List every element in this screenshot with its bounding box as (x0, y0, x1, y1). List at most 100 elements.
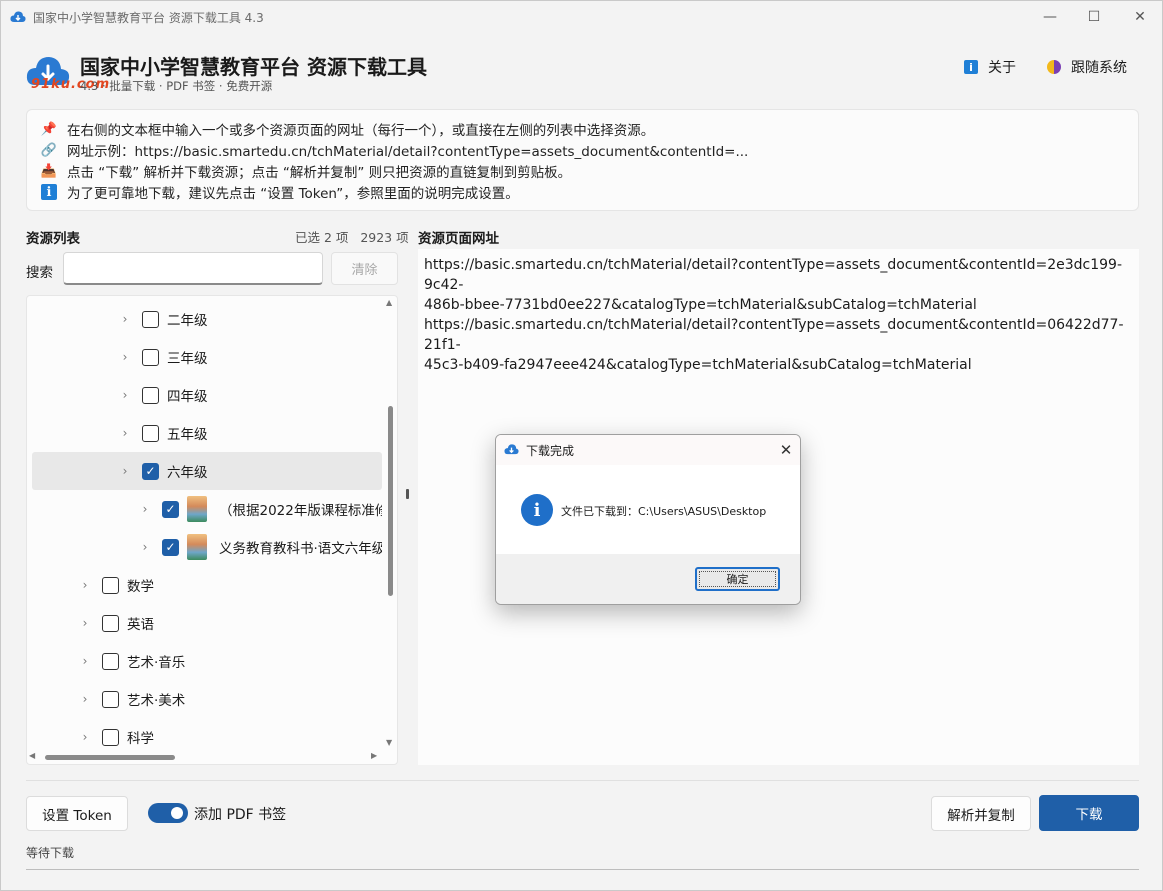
dialog-title-bar[interactable]: 下载完成 ✕ (496, 435, 800, 465)
tree-row[interactable]: › 艺术·音乐 (32, 642, 382, 680)
tree-checkbox[interactable] (142, 348, 159, 366)
scroll-up-icon[interactable]: ▲ (386, 298, 392, 307)
tree-checkbox[interactable] (102, 614, 119, 632)
tree-checkbox[interactable] (142, 386, 159, 404)
tree-row-label: 二年级 (167, 313, 208, 329)
close-button[interactable]: ✕ (1117, 1, 1163, 33)
tree-checkbox[interactable] (142, 424, 159, 442)
dialog-close-icon[interactable]: ✕ (776, 439, 796, 461)
tree-checkbox[interactable]: ✓ (162, 500, 179, 518)
chevron-right-icon[interactable]: › (120, 350, 130, 364)
tree-row[interactable]: › 二年级 (32, 300, 382, 338)
info-text: 在右侧的文本框中输入一个或多个资源页面的网址（每行一个），或直接在左侧的列表中选… (67, 123, 655, 139)
cloud-download-icon (10, 11, 26, 22)
resource-tree[interactable]: › 二年级 › 三年级 › 四年级 › 五年级 › ✓ 六年级 › ✓ （根据2022年版课程标准修订）义… (26, 295, 398, 765)
scroll-right-icon[interactable]: ▶ (371, 751, 377, 760)
chevron-right-icon[interactable]: › (120, 426, 130, 440)
search-input[interactable] (63, 252, 323, 285)
chevron-right-icon[interactable]: › (120, 312, 130, 326)
tree-checkbox[interactable] (102, 728, 119, 746)
dialog-ok-button[interactable]: 确定 (695, 567, 780, 591)
tree-horizontal-scrollbar[interactable]: ◀ ▶ (29, 751, 381, 763)
dialog-footer: 确定 (496, 554, 800, 604)
pdf-bookmark-label: 添加 PDF 书签 (194, 807, 287, 823)
chevron-right-icon[interactable]: › (140, 540, 150, 554)
tree-row-label: 数学 (127, 579, 154, 595)
pin-icon: 📌 (40, 121, 58, 137)
info-line: 📥 点击 “下载” 解析并下载资源；点击 “解析并复制” 则只把资源的直链复制到… (41, 161, 571, 182)
chevron-right-icon[interactable]: › (80, 654, 90, 668)
chevron-right-icon[interactable]: › (140, 502, 150, 516)
progress-line (26, 869, 1139, 870)
tree-row[interactable]: › 三年级 (32, 338, 382, 376)
maximize-button[interactable]: ☐ (1071, 1, 1117, 33)
chevron-right-icon[interactable]: › (80, 692, 90, 706)
tree-row-label: 五年级 (167, 427, 208, 443)
cloud-download-icon (504, 444, 519, 455)
info-icon: ℹ (41, 184, 57, 200)
info-text: 为了更可靠地下载，建议先点击 “设置 Token”，参照里面的说明完成设置。 (67, 186, 519, 202)
book-cover-thumbnail (187, 534, 207, 560)
info-icon: i (521, 494, 553, 526)
url-line[interactable]: https://basic.smartedu.cn/tchMaterial/de… (418, 315, 1134, 355)
url-line[interactable]: https://basic.smartedu.cn/tchMaterial/de… (418, 255, 1134, 295)
tree-row-label: 艺术·音乐 (127, 655, 186, 671)
download-button[interactable]: 下载 (1039, 795, 1139, 831)
chevron-right-icon[interactable]: › (80, 616, 90, 630)
dialog-body: i 文件已下载到：C:\Users\ASUS\Desktop (496, 465, 800, 554)
chevron-right-icon[interactable]: › (120, 464, 130, 478)
url-line[interactable]: 486b-bbee-7731bd0ee227&catalogType=tchMa… (418, 295, 1134, 315)
search-label: 搜索 (26, 265, 53, 281)
tree-checkbox[interactable] (102, 652, 119, 670)
tree-row[interactable]: › ✓ （根据2022年版课程标准修订）义务教育教科书·语文六年级 (32, 490, 382, 528)
tree-row-label: （根据2022年版课程标准修订）义务教育教科书·语文六年级 (219, 503, 382, 519)
window-title: 国家中小学智慧教育平台 资源下载工具 4.3 (33, 11, 264, 25)
dialog-title: 下载完成 (526, 444, 575, 458)
selected-count: 已选 2 项 (295, 230, 349, 245)
main-window: 国家中小学智慧教育平台 资源下载工具 4.3 — ☐ ✕ 91ku.com 国家… (0, 0, 1163, 891)
set-token-button[interactable]: 设置 Token (26, 796, 128, 831)
tree-row[interactable]: › 英语 (32, 604, 382, 642)
chevron-right-icon[interactable]: › (120, 388, 130, 402)
tree-checkbox[interactable] (102, 576, 119, 594)
about-button[interactable]: i 关于 (964, 56, 1016, 78)
tree-row-label: 英语 (127, 617, 154, 633)
scroll-left-icon[interactable]: ◀ (29, 751, 35, 760)
tree-checkbox[interactable]: ✓ (162, 538, 179, 556)
tree-checkbox[interactable] (102, 690, 119, 708)
tree-row-label: 四年级 (167, 389, 208, 405)
dialog-message: 文件已下载到：C:\Users\ASUS\Desktop (561, 505, 767, 518)
title-bar[interactable]: 国家中小学智慧教育平台 资源下载工具 4.3 — ☐ ✕ (1, 1, 1162, 33)
tree-row-label: 义务教育教科书·语文六年级上册 (219, 541, 382, 557)
info-text: 网址示例：https://basic.smartedu.cn/tchMateri… (67, 144, 749, 160)
tree-row[interactable]: › 四年级 (32, 376, 382, 414)
status-text: 等待下载 (26, 846, 75, 860)
tree-checkbox[interactable] (142, 310, 159, 328)
tree-row-label: 三年级 (167, 351, 208, 367)
clear-button[interactable]: 清除 (331, 252, 398, 285)
url-line[interactable]: 45c3-b409-fa2947eee424&catalogType=tchMa… (418, 355, 1134, 375)
scrollbar-thumb[interactable] (388, 406, 393, 596)
tree-row[interactable]: › ✓ 义务教育教科书·语文六年级上册 (32, 528, 382, 566)
chevron-right-icon[interactable]: › (80, 578, 90, 592)
tree-row[interactable]: › 艺术·美术 (32, 680, 382, 718)
chevron-right-icon[interactable]: › (80, 730, 90, 744)
tree-checkbox[interactable]: ✓ (142, 462, 159, 480)
tree-row-label: 六年级 (167, 465, 208, 481)
book-cover-thumbnail (187, 496, 207, 522)
tree-row-label: 艺术·美术 (127, 693, 186, 709)
theme-button[interactable]: 跟随系统 (1047, 56, 1127, 78)
panel-splitter[interactable] (406, 489, 409, 499)
parse-copy-button[interactable]: 解析并复制 (931, 796, 1031, 831)
scroll-down-icon[interactable]: ▼ (386, 738, 392, 747)
tree-row[interactable]: › 数学 (32, 566, 382, 604)
url-panel-title: 资源页面网址 (418, 231, 499, 247)
footer-divider (26, 780, 1139, 781)
pdf-bookmark-toggle[interactable] (148, 803, 188, 823)
tree-row[interactable]: › ✓ 六年级 (32, 452, 382, 490)
tree-row[interactable]: › 五年级 (32, 414, 382, 452)
total-count: 2923 项 (360, 230, 409, 245)
tree-vertical-scrollbar[interactable]: ▲ ▼ (384, 298, 396, 748)
scrollbar-thumb[interactable] (45, 755, 175, 760)
minimize-button[interactable]: — (1027, 1, 1073, 33)
